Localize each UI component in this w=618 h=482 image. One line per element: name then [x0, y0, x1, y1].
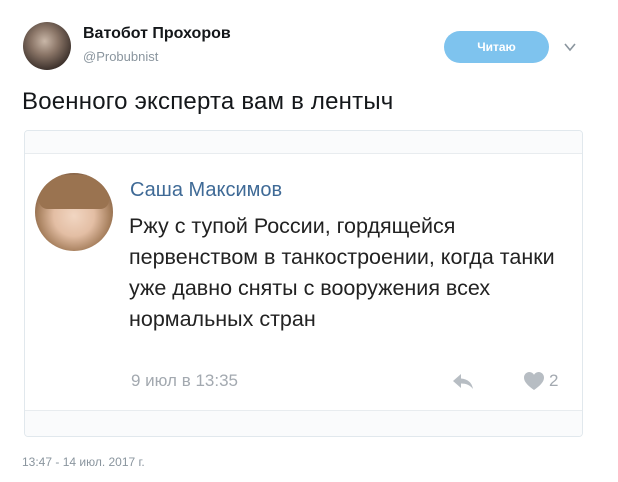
- chevron-down-icon[interactable]: [563, 40, 577, 54]
- author-name[interactable]: Ватобот Прохоров: [83, 25, 231, 43]
- heart-icon: [524, 372, 544, 390]
- follow-button[interactable]: Читаю: [444, 31, 549, 63]
- tweet-timestamp[interactable]: 13:47 - 14 июл. 2017 г.: [22, 455, 145, 469]
- embedded-screenshot-card[interactable]: Саша Максимов Ржу с тупой России, гордящ…: [24, 130, 583, 437]
- author-avatar[interactable]: [23, 22, 71, 70]
- embedded-author-name: Саша Максимов: [130, 179, 283, 201]
- share-icon: [453, 374, 473, 389]
- embedded-author-avatar: [35, 173, 113, 251]
- embedded-post-date: 9 июл в 13:35: [131, 371, 238, 390]
- author-handle[interactable]: @Probubnist: [83, 49, 158, 64]
- card-top-bar: [25, 131, 582, 154]
- like-count: 2: [549, 371, 559, 390]
- embedded-post-text: Ржу с тупой России, гордящейся первенств…: [129, 214, 555, 331]
- card-bottom-bar: [25, 410, 582, 436]
- tweet-text: Военного эксперта вам в лентыч: [22, 88, 394, 115]
